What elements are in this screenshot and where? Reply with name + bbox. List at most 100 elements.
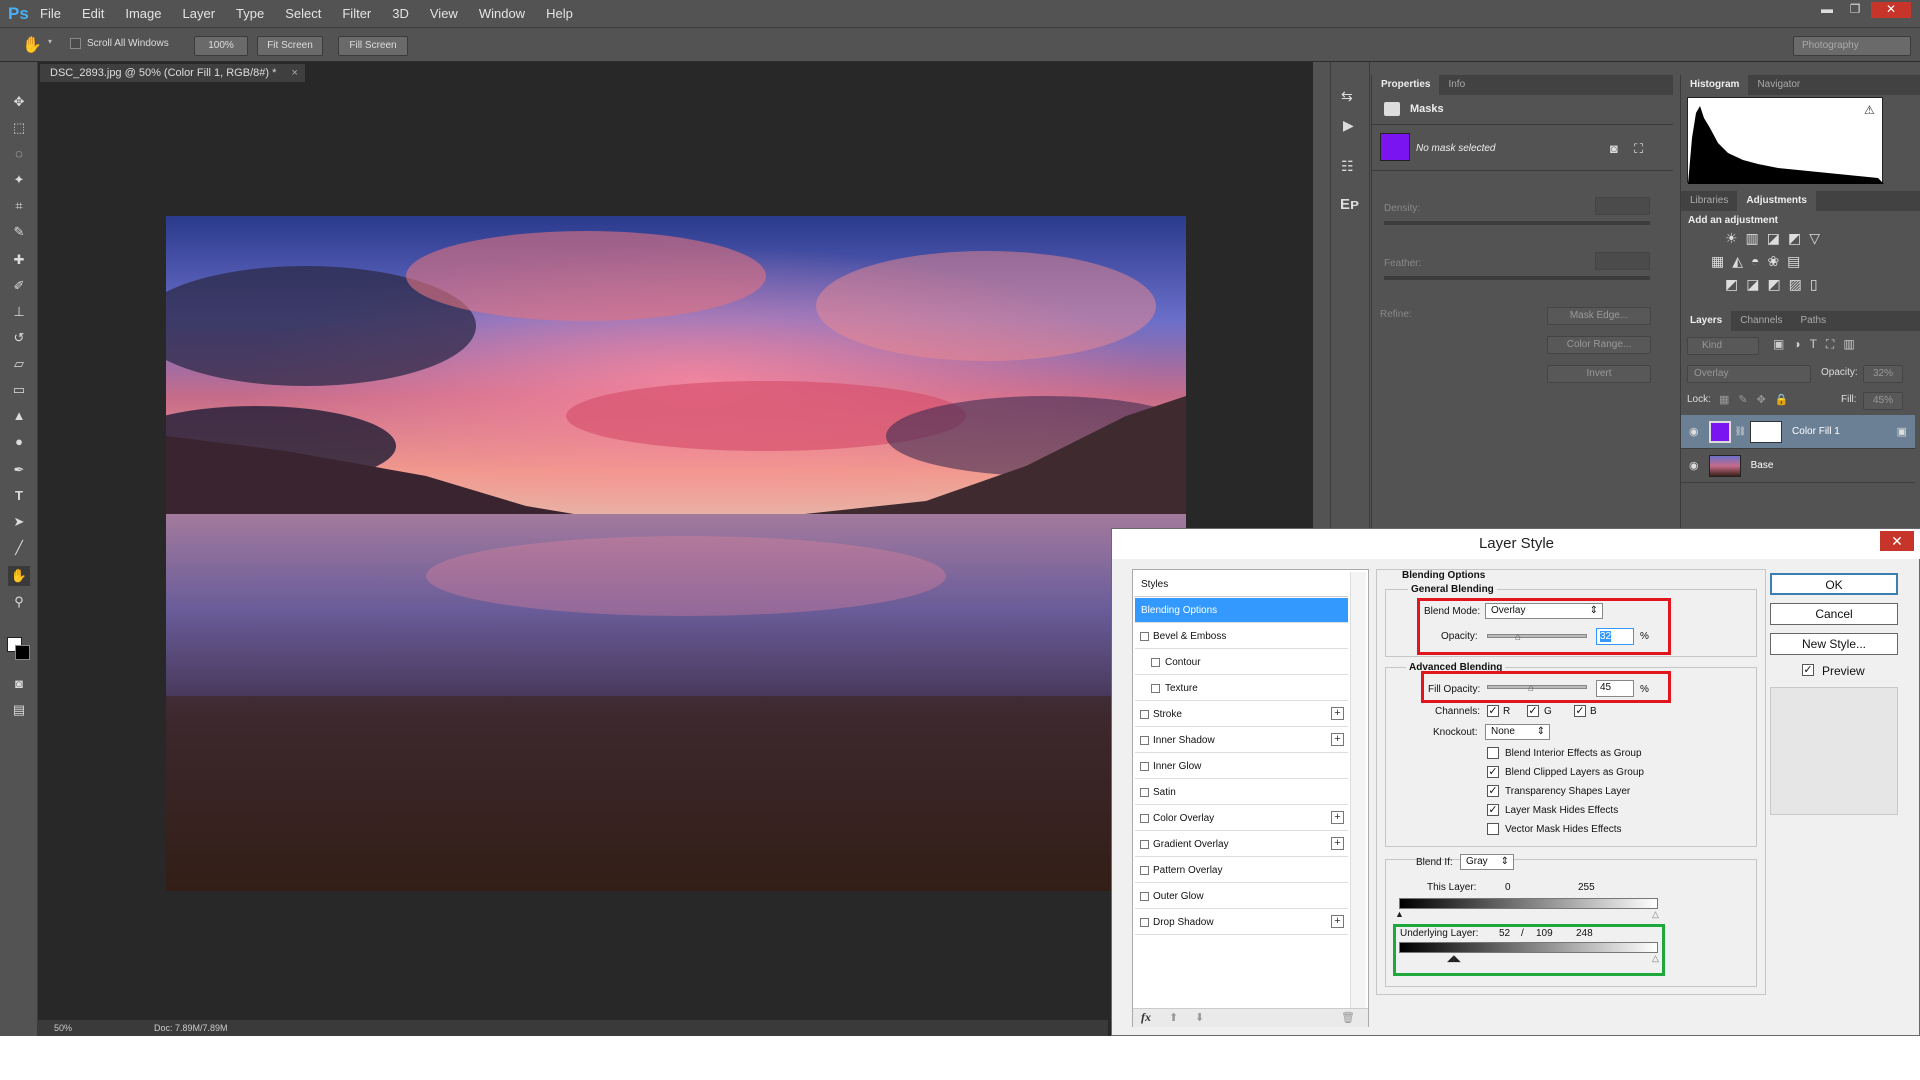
- vector-mask-icon[interactable]: ⛶: [1634, 141, 1643, 157]
- tab-histogram[interactable]: Histogram: [1681, 75, 1749, 95]
- style-item-outer-glow[interactable]: Outer Glow: [1135, 884, 1348, 909]
- invert-button[interactable]: Invert: [1547, 365, 1651, 383]
- mask-edge-button[interactable]: Mask Edge...: [1547, 307, 1651, 325]
- styles-header[interactable]: Styles: [1135, 572, 1348, 597]
- dodge-tool-icon[interactable]: ●: [8, 432, 30, 452]
- layer-mask-hides-checkbox[interactable]: ✓: [1487, 804, 1499, 816]
- underlying-black-split-slider[interactable]: ◢◣: [1447, 953, 1461, 964]
- style-item-color-overlay[interactable]: Color Overlay +: [1135, 806, 1348, 831]
- quick-mask-icon[interactable]: ◙: [8, 674, 30, 694]
- path-selection-tool-icon[interactable]: ➤: [8, 512, 30, 532]
- style-item-contour[interactable]: Contour: [1135, 650, 1348, 675]
- tab-paths[interactable]: Paths: [1792, 311, 1836, 331]
- channel-r-checkbox[interactable]: ✓: [1487, 705, 1499, 717]
- clone-stamp-tool-icon[interactable]: ⊥: [8, 302, 30, 322]
- zoom-tool-icon[interactable]: ⚲: [8, 592, 30, 612]
- checkbox[interactable]: [1140, 814, 1149, 823]
- this-layer-white-slider[interactable]: △: [1652, 909, 1659, 920]
- tool-preset-chevron-icon[interactable]: ▾: [48, 37, 52, 46]
- close-tab-icon[interactable]: ×: [291, 67, 297, 79]
- underlying-layer-gradient[interactable]: [1399, 942, 1658, 953]
- eyedropper-tool-icon[interactable]: ✎: [8, 222, 30, 242]
- add-inner-shadow-icon[interactable]: +: [1331, 733, 1344, 746]
- tab-layers[interactable]: Layers: [1681, 311, 1732, 331]
- vector-mask-hides-checkbox[interactable]: [1487, 823, 1499, 835]
- tab-info[interactable]: Info: [1439, 75, 1474, 95]
- fit-screen-button[interactable]: Fit Screen: [257, 36, 323, 56]
- workspace-select[interactable]: Photography: [1793, 36, 1911, 56]
- style-item-texture[interactable]: Texture: [1135, 676, 1348, 701]
- fill-opacity-field[interactable]: 45: [1596, 680, 1634, 697]
- checkbox[interactable]: [1140, 918, 1149, 927]
- checkbox[interactable]: [1140, 762, 1149, 771]
- adjustment-icons-row-1[interactable]: ☀▥◪◩▽: [1681, 230, 1920, 247]
- underlying-white-slider[interactable]: △: [1652, 953, 1659, 964]
- style-item-stroke[interactable]: Stroke +: [1135, 702, 1348, 727]
- move-tool-icon[interactable]: ✥: [8, 92, 30, 112]
- checkbox[interactable]: [1151, 684, 1160, 693]
- menu-select[interactable]: Select: [285, 6, 321, 21]
- layer-row-color-fill[interactable]: ◉ ⛓ Color Fill 1 ▣: [1681, 415, 1915, 449]
- preview-checkbox[interactable]: ✓: [1802, 664, 1814, 676]
- eraser-tool-icon[interactable]: ▱: [8, 354, 30, 374]
- blend-mode-select[interactable]: Overlay ⇕: [1485, 603, 1603, 619]
- restore-button[interactable]: ❐: [1843, 2, 1867, 18]
- hand-tool-icon[interactable]: ✋: [8, 566, 30, 586]
- layer-name[interactable]: Base: [1751, 460, 1774, 471]
- color-range-button[interactable]: Color Range...: [1547, 336, 1651, 354]
- pixel-mask-icon[interactable]: ◙: [1610, 141, 1618, 156]
- style-item-blending-options[interactable]: Blending Options: [1135, 598, 1348, 623]
- tab-adjustments[interactable]: Adjustments: [1737, 191, 1816, 211]
- gradient-tool-icon[interactable]: ▭: [8, 380, 30, 400]
- kind-filter-select[interactable]: Kind: [1687, 337, 1759, 355]
- styles-scrollbar[interactable]: [1350, 572, 1366, 1008]
- add-stroke-icon[interactable]: +: [1331, 707, 1344, 720]
- checkbox[interactable]: [1140, 866, 1149, 875]
- layer-blend-mode-select[interactable]: Overlay: [1687, 365, 1811, 383]
- marquee-tool-icon[interactable]: ⬚: [8, 118, 30, 138]
- style-item-inner-shadow[interactable]: Inner Shadow +: [1135, 728, 1348, 753]
- style-item-inner-glow[interactable]: Inner Glow: [1135, 754, 1348, 779]
- fill-color-thumbnail[interactable]: [1380, 133, 1410, 161]
- checkbox[interactable]: [1140, 632, 1149, 641]
- new-style-button[interactable]: New Style...: [1770, 633, 1898, 655]
- blend-if-select[interactable]: Gray ⇕: [1460, 854, 1514, 870]
- fill-screen-button[interactable]: Fill Screen: [338, 36, 408, 56]
- tab-channels[interactable]: Channels: [1731, 311, 1791, 331]
- cancel-button[interactable]: Cancel: [1770, 603, 1898, 625]
- this-layer-black-slider[interactable]: ▲: [1395, 909, 1404, 919]
- history-brush-tool-icon[interactable]: ↺: [8, 328, 30, 348]
- tab-properties[interactable]: Properties: [1372, 75, 1440, 95]
- menu-filter[interactable]: Filter: [342, 6, 371, 21]
- menu-image[interactable]: Image: [125, 6, 161, 21]
- knockout-select[interactable]: None ⇕: [1485, 724, 1550, 740]
- layer-name[interactable]: Color Fill 1: [1792, 426, 1840, 437]
- style-item-drop-shadow[interactable]: Drop Shadow +: [1135, 910, 1348, 935]
- document-tab[interactable]: DSC_2893.jpg @ 50% (Color Fill 1, RGB/8#…: [40, 64, 305, 82]
- opacity-slider-track[interactable]: [1487, 634, 1587, 638]
- fill-opacity-slider-thumb[interactable]: ⌂: [1528, 683, 1534, 694]
- menu-edit[interactable]: Edit: [82, 6, 104, 21]
- style-item-pattern-overlay[interactable]: Pattern Overlay: [1135, 858, 1348, 883]
- menu-file[interactable]: File: [40, 6, 61, 21]
- pen-tool-icon[interactable]: ✒: [8, 460, 30, 480]
- ok-button[interactable]: OK: [1770, 573, 1898, 595]
- opacity-slider-thumb[interactable]: ⌂: [1515, 632, 1521, 643]
- layer-mask-thumbnail[interactable]: [1750, 420, 1783, 443]
- move-up-icon[interactable]: ⬆: [1169, 1011, 1178, 1024]
- layer-row-base[interactable]: ◉ Base: [1681, 449, 1915, 483]
- style-item-bevel-emboss[interactable]: Bevel & Emboss: [1135, 624, 1348, 649]
- opacity-field[interactable]: 32: [1596, 628, 1634, 645]
- blur-tool-icon[interactable]: ▲: [8, 406, 30, 426]
- checkbox[interactable]: [1140, 710, 1149, 719]
- tab-navigator[interactable]: Navigator: [1748, 75, 1809, 95]
- layer-comps-icon[interactable]: ☷: [1341, 158, 1354, 175]
- move-down-icon[interactable]: ⬇: [1195, 1011, 1204, 1024]
- this-layer-gradient[interactable]: [1399, 898, 1658, 909]
- channel-g-checkbox[interactable]: ✓: [1527, 705, 1539, 717]
- menu-type[interactable]: Type: [236, 6, 264, 21]
- warning-icon[interactable]: ⚠: [1864, 103, 1875, 117]
- crop-tool-icon[interactable]: ⌗: [8, 196, 30, 216]
- brush-tool-icon[interactable]: ✐: [8, 276, 30, 296]
- feather-field[interactable]: [1595, 252, 1650, 270]
